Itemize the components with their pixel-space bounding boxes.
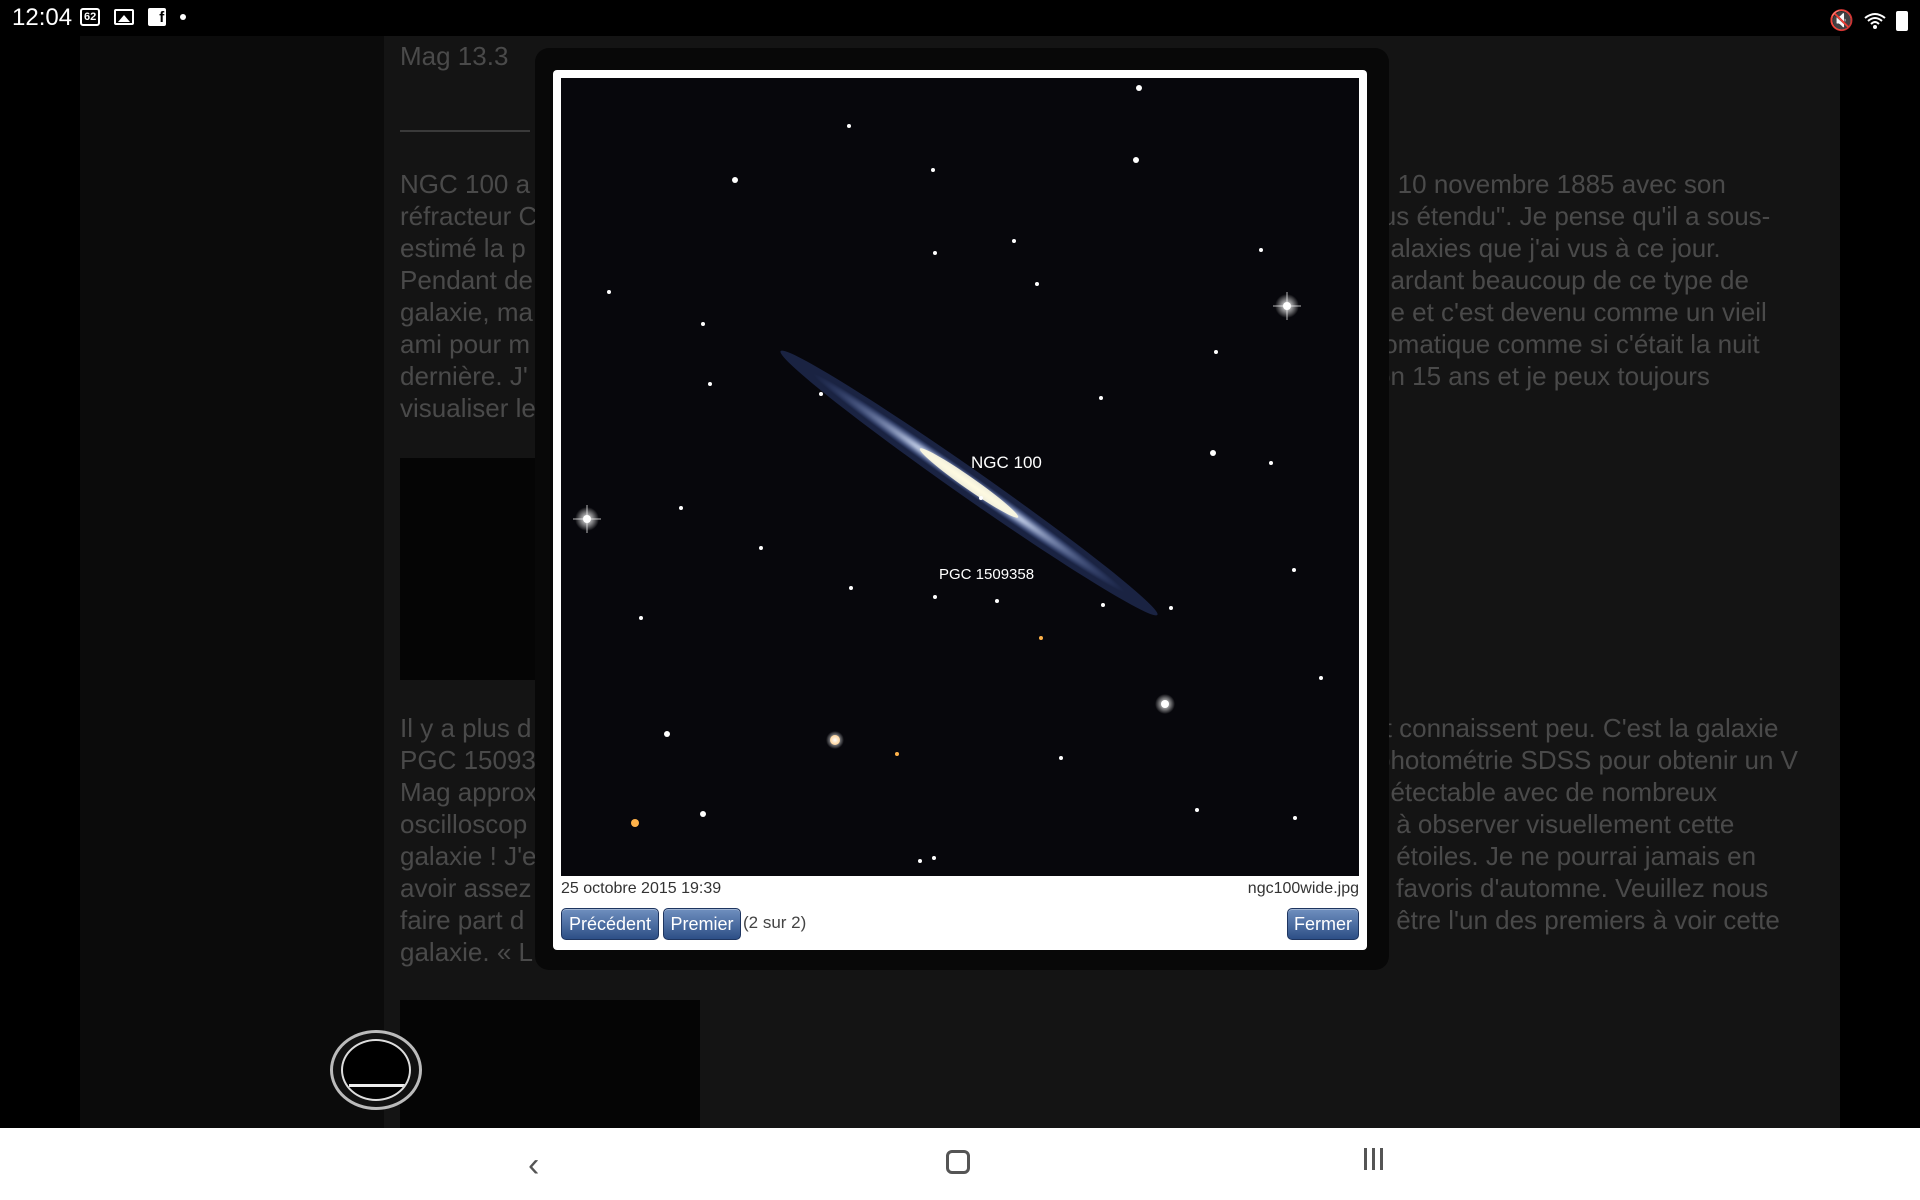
clock: 12:04 <box>12 4 73 31</box>
mute-icon: 🔇 <box>1829 10 1854 32</box>
paragraph-left-1: NGC 100 a réfracteur C estimé la p Penda… <box>400 169 538 423</box>
galaxy-label-pgc: PGC 1509358 <box>939 566 1034 583</box>
image-counter: (2 sur 2) <box>743 913 807 932</box>
battery-icon <box>1896 10 1908 31</box>
first-button[interactable]: Premier <box>663 908 741 940</box>
home-icon[interactable] <box>946 1150 970 1174</box>
navigation-bar: ‹ <box>0 1128 1920 1200</box>
thumbnail-1[interactable] <box>400 458 540 680</box>
divider <box>400 130 530 132</box>
floating-video-bubble[interactable] <box>330 1030 422 1110</box>
previous-button[interactable]: Précédent <box>561 908 659 940</box>
paragraph-left-2: Il y a plus d PGC 15093 Mag approx oscil… <box>400 713 538 967</box>
dot-icon <box>180 14 187 20</box>
facebook-icon: f <box>148 8 167 26</box>
galaxy-photo[interactable]: NGC 100 PGC 1509358 <box>561 78 1359 876</box>
wifi-icon <box>1864 12 1886 29</box>
back-icon[interactable]: ‹ <box>528 1146 539 1185</box>
bubble-thumbnail-icon <box>341 1039 411 1101</box>
magnitude-text: Mag 13.3 <box>400 41 509 71</box>
gallery-icon <box>114 9 135 25</box>
image-date: 25 octobre 2015 19:39 <box>561 880 722 897</box>
paragraph-right-2: rt connaissent peu. C'est la galaxie pho… <box>1376 713 1799 935</box>
status-bar: 12:04 62 f 🔇 <box>0 0 1920 36</box>
lightbox-dialog: NGC 100 PGC 1509358 25 octobre 2015 19:3… <box>553 70 1367 950</box>
recent-apps-icon[interactable] <box>1364 1148 1383 1170</box>
status-icons-right: 🔇 <box>1829 8 1908 33</box>
close-button[interactable]: Fermer <box>1287 908 1359 940</box>
thumbnail-2[interactable] <box>400 1000 700 1128</box>
galaxy-label-ngc100: NGC 100 <box>971 453 1042 472</box>
paragraph-right-1: u 10 novembre 1885 avec son lus étendu".… <box>1376 169 1771 391</box>
image-filename: ngc100wide.jpg <box>1247 880 1359 897</box>
status-icons-left: 62 f <box>80 8 187 26</box>
notification-62-icon: 62 <box>80 8 101 26</box>
